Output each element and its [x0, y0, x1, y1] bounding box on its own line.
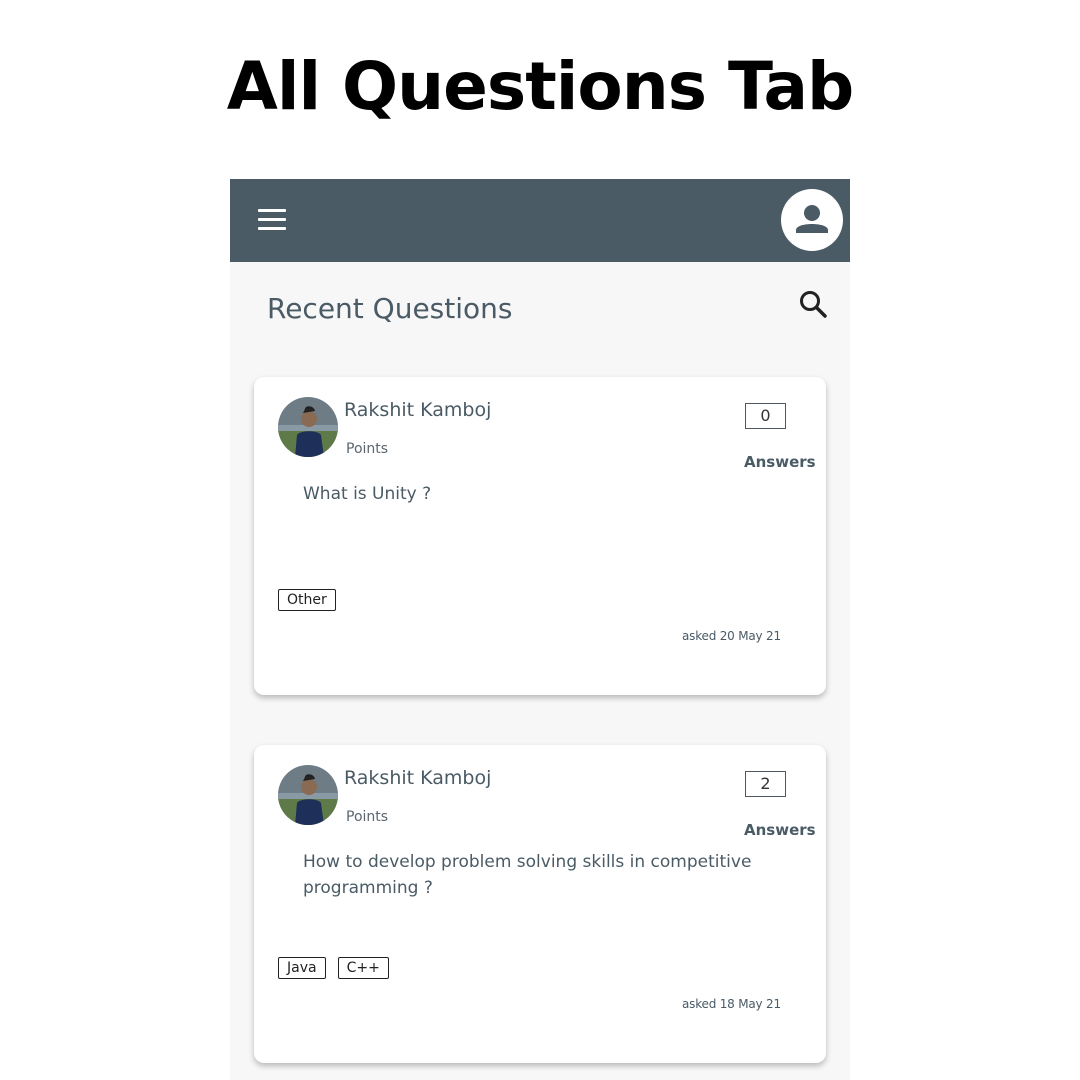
- page-title: All Questions Tab: [226, 48, 855, 125]
- app-bar: [230, 179, 850, 262]
- points-label: Points: [346, 441, 389, 457]
- tag[interactable]: C++: [337, 957, 389, 979]
- question-card[interactable]: Rakshit Kamboj Points 2 Answers How to d…: [254, 745, 826, 1063]
- answer-count: 0: [745, 403, 786, 429]
- question-text[interactable]: What is Unity ?: [303, 481, 773, 507]
- tag[interactable]: Other: [278, 589, 336, 611]
- app-screen: Recent Questions Rakshit Kamboj Points 0…: [230, 179, 850, 1080]
- tag-list: Java C++: [278, 957, 389, 979]
- author-name[interactable]: Rakshit Kamboj: [344, 767, 491, 789]
- tag[interactable]: Java: [278, 957, 326, 979]
- asked-date: asked 20 May 21: [682, 629, 781, 643]
- author-name[interactable]: Rakshit Kamboj: [344, 399, 491, 421]
- answers-label: Answers: [744, 821, 816, 839]
- author-avatar[interactable]: [278, 397, 338, 457]
- account-circle-icon[interactable]: [781, 189, 843, 251]
- points-label: Points: [346, 809, 389, 825]
- question-text[interactable]: How to develop problem solving skills in…: [303, 849, 773, 901]
- answer-count: 2: [745, 771, 786, 797]
- author-avatar[interactable]: [278, 765, 338, 825]
- search-icon[interactable]: [798, 289, 828, 319]
- question-card[interactable]: Rakshit Kamboj Points 0 Answers What is …: [254, 377, 826, 695]
- asked-date: asked 18 May 21: [682, 997, 781, 1011]
- tag-list: Other: [278, 589, 336, 611]
- hamburger-menu-icon[interactable]: [258, 209, 286, 231]
- section-title: Recent Questions: [267, 292, 513, 325]
- answers-label: Answers: [744, 453, 816, 471]
